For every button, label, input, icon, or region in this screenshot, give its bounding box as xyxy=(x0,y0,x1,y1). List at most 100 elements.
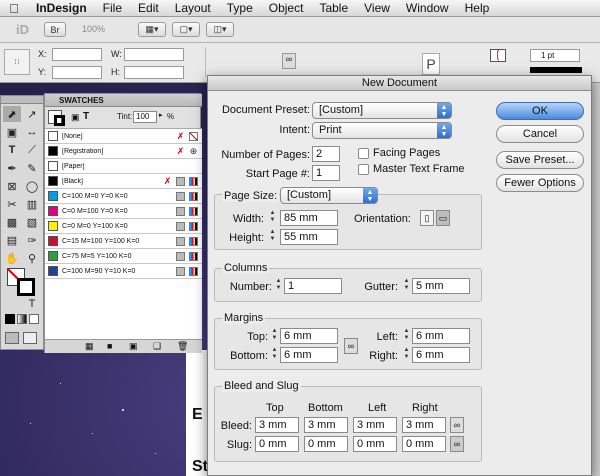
swatch-row[interactable]: [Paper] xyxy=(45,159,202,174)
margin-bottom-stepper-icon[interactable]: ▲ ▼ xyxy=(270,347,279,363)
bleed-right-field[interactable]: 3 mm xyxy=(402,417,446,433)
reference-point-icon[interactable]: ∷ xyxy=(4,49,30,75)
normal-view-icon[interactable] xyxy=(5,332,19,344)
document-preset-select[interactable]: [Custom] ▲ ▼ xyxy=(312,102,452,119)
page-tool-icon[interactable]: ▣ xyxy=(3,124,21,140)
tint-field[interactable]: 100 xyxy=(133,111,157,123)
swatch-row[interactable]: C=100 M=90 Y=10 K=0 xyxy=(45,264,202,279)
swatch-row[interactable]: C=0 M=100 Y=0 K=0 xyxy=(45,204,202,219)
gutter-field[interactable]: 5 mm xyxy=(412,278,470,294)
save-preset-button[interactable]: Save Preset... xyxy=(496,151,584,169)
stroke-swatch-icon[interactable] xyxy=(17,278,35,296)
bleed-link-icon[interactable]: ∞ xyxy=(450,417,464,433)
menu-table[interactable]: Table xyxy=(311,1,356,15)
bleed-left-field[interactable]: 3 mm xyxy=(353,417,397,433)
swatches-tab[interactable]: SWATCHES xyxy=(45,94,202,107)
scissors-tool-icon[interactable]: ✂ xyxy=(3,196,21,212)
h-field[interactable] xyxy=(124,66,184,79)
screen-mode-button[interactable]: ▢▾ xyxy=(172,22,200,37)
margin-bottom-field[interactable]: 6 mm xyxy=(280,347,338,363)
bridge-button[interactable]: Br xyxy=(44,22,66,37)
new-swatch-icon[interactable]: ❏ xyxy=(153,341,161,352)
stroke-weight-field[interactable]: 1 pt xyxy=(530,49,580,62)
menu-help[interactable]: Help xyxy=(457,1,498,15)
apple-icon[interactable]:  xyxy=(0,1,28,16)
formatting-text-icon[interactable]: T xyxy=(23,296,41,312)
slug-right-field[interactable]: 0 mm xyxy=(402,436,446,452)
intent-select[interactable]: Print ▲ ▼ xyxy=(312,122,452,139)
swatch-row[interactable]: [None] ✗ xyxy=(45,129,202,144)
gap-tool-icon[interactable]: ↔ xyxy=(23,124,41,140)
y-field[interactable] xyxy=(52,66,102,79)
master-text-frame-checkbox[interactable] xyxy=(358,164,369,175)
cancel-button[interactable]: Cancel xyxy=(496,125,584,143)
swatch-row[interactable]: C=15 M=100 Y=100 K=0 xyxy=(45,234,202,249)
delete-swatch-icon[interactable]: 🗑 xyxy=(177,341,188,352)
swatch-row[interactable]: C=75 M=5 Y=100 K=0 xyxy=(45,249,202,264)
eyedropper-tool-icon[interactable]: ✑ xyxy=(23,232,41,248)
margin-right-field[interactable]: 6 mm xyxy=(412,347,470,363)
ok-button[interactable]: OK xyxy=(496,102,584,120)
swatch-text-icon[interactable]: T xyxy=(83,111,89,122)
slug-left-field[interactable]: 0 mm xyxy=(353,436,397,452)
fill-none-icon[interactable]: ❲ xyxy=(490,49,506,62)
zoom-tool-icon[interactable]: ⚲ xyxy=(23,250,41,266)
arrange-documents-button[interactable]: ◫▾ xyxy=(206,22,234,37)
slug-top-field[interactable]: 0 mm xyxy=(255,436,299,452)
number-of-pages-field[interactable]: 2 xyxy=(312,146,340,162)
menu-layout[interactable]: Layout xyxy=(167,1,219,15)
apply-none-icon[interactable] xyxy=(29,314,39,324)
start-page-field[interactable]: 1 xyxy=(312,165,340,181)
menu-type[interactable]: Type xyxy=(219,1,261,15)
margin-left-stepper-icon[interactable]: ▲ ▼ xyxy=(402,328,411,344)
slug-bottom-field[interactable]: 0 mm xyxy=(304,436,348,452)
stroke-type-swatch[interactable] xyxy=(530,67,582,73)
bleed-top-field[interactable]: 3 mm xyxy=(255,417,299,433)
ellipse-tool-icon[interactable]: ◯ xyxy=(23,178,41,194)
tint-dropdown-icon[interactable]: ▸ xyxy=(159,111,163,119)
bleed-bottom-field[interactable]: 3 mm xyxy=(304,417,348,433)
x-field[interactable] xyxy=(52,48,102,61)
rectangle-frame-tool-icon[interactable]: ⊠ xyxy=(3,178,21,194)
swatch-row[interactable]: [Black] ✗ xyxy=(45,174,202,189)
menu-view[interactable]: View xyxy=(356,1,398,15)
menu-object[interactable]: Object xyxy=(261,1,312,15)
direct-selection-tool-icon[interactable]: ↗ xyxy=(23,106,41,122)
columns-number-stepper-icon[interactable]: ▲ ▼ xyxy=(274,278,283,294)
margin-right-stepper-icon[interactable]: ▲ ▼ xyxy=(402,347,411,363)
height-field[interactable]: 55 mm xyxy=(280,229,338,245)
margin-left-field[interactable]: 6 mm xyxy=(412,328,470,344)
show-color-swatches-icon[interactable]: ■ xyxy=(107,341,112,351)
show-all-swatches-icon[interactable]: ▦ xyxy=(85,341,94,352)
margins-link-icon[interactable]: ∞ xyxy=(344,338,358,354)
facing-pages-checkbox[interactable] xyxy=(358,148,369,159)
columns-number-field[interactable]: 1 xyxy=(284,278,342,294)
width-field[interactable]: 85 mm xyxy=(280,210,338,226)
selection-tool-icon[interactable]: ⬈ xyxy=(3,106,21,122)
free-transform-tool-icon[interactable]: ▥ xyxy=(23,196,41,212)
menu-edit[interactable]: Edit xyxy=(130,1,167,15)
line-tool-icon[interactable]: ⟋ xyxy=(23,142,41,158)
w-field[interactable] xyxy=(124,48,184,61)
portrait-orientation-icon[interactable]: ▯ xyxy=(420,210,434,226)
menu-indesign[interactable]: InDesign xyxy=(28,1,95,15)
constrain-link-icon[interactable]: ∞ xyxy=(282,53,296,69)
preview-view-icon[interactable] xyxy=(23,332,37,344)
fewer-options-button[interactable]: Fewer Options xyxy=(496,174,584,192)
menu-file[interactable]: File xyxy=(95,1,130,15)
gradient-tool-icon[interactable]: ▩ xyxy=(3,214,21,230)
text-frame-p-icon[interactable]: P xyxy=(422,53,440,75)
zoom-level[interactable]: 100% xyxy=(82,24,105,34)
apply-gradient-icon[interactable] xyxy=(17,314,27,324)
swatch-container-icon[interactable]: ▣ xyxy=(71,112,80,123)
apply-color-icon[interactable] xyxy=(5,314,15,324)
swatch-row[interactable]: C=100 M=0 Y=0 K=0 xyxy=(45,189,202,204)
show-gradient-swatches-icon[interactable]: ▣ xyxy=(129,341,138,352)
height-stepper-icon[interactable]: ▲ ▼ xyxy=(268,229,277,245)
swatch-row[interactable]: C=0 M=0 Y=100 K=0 xyxy=(45,219,202,234)
note-tool-icon[interactable]: ▤ xyxy=(3,232,21,248)
gradient-feather-tool-icon[interactable]: ▧ xyxy=(23,214,41,230)
pen-tool-icon[interactable]: ✒ xyxy=(3,160,21,176)
margin-top-stepper-icon[interactable]: ▲ ▼ xyxy=(270,328,279,344)
margin-top-field[interactable]: 6 mm xyxy=(280,328,338,344)
